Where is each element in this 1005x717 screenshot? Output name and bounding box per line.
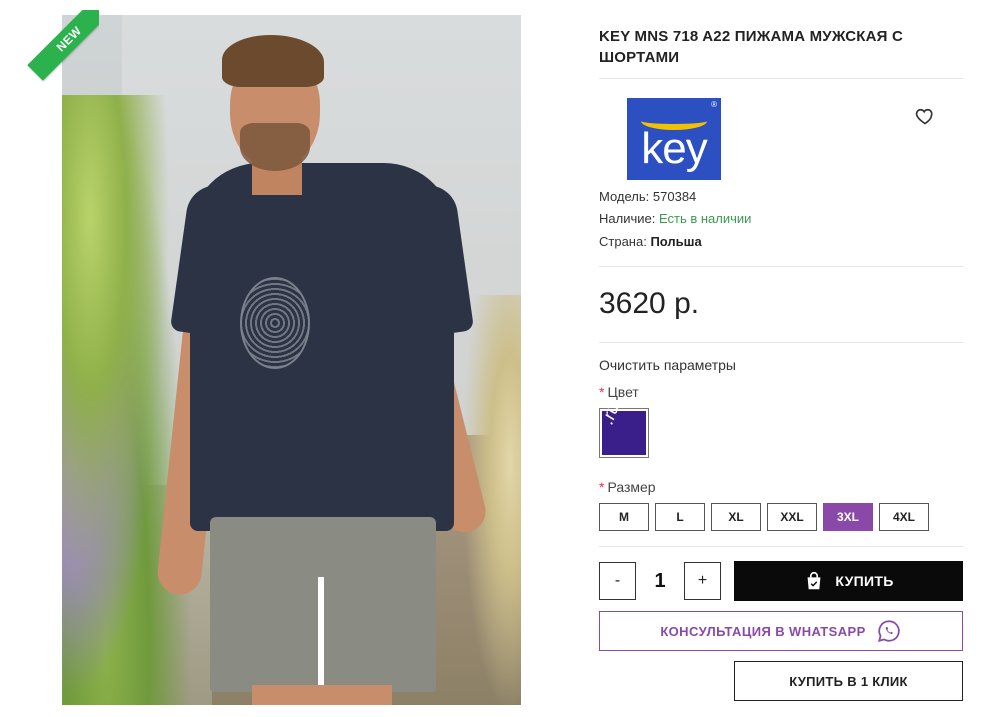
model-figure xyxy=(62,15,521,705)
product-details: KEY MNS 718 A22 ПИЖАМА МУЖСКАЯ С ШОРТАМИ… xyxy=(597,0,963,717)
model-row: Модель: 570384 xyxy=(599,189,696,204)
brand-logo-text: key xyxy=(641,124,707,173)
country-row: Страна: Польша xyxy=(599,234,702,249)
color-label: * Цвет xyxy=(599,384,639,400)
divider xyxy=(599,546,963,547)
buy-button[interactable]: КУПИТЬ xyxy=(734,561,963,601)
size-option[interactable]: 4XL xyxy=(879,503,929,531)
model-label: Модель: xyxy=(599,189,650,204)
size-option[interactable]: XXL xyxy=(767,503,817,531)
quantity-decrease-button[interactable]: - xyxy=(599,562,636,600)
size-selector: M L XL XXL 3XL 4XL xyxy=(599,503,929,531)
color-swatch[interactable]: .ru xyxy=(597,400,649,458)
divider xyxy=(599,266,963,267)
clear-options-link[interactable]: Очистить параметры xyxy=(599,357,736,373)
size-option[interactable]: XL xyxy=(711,503,761,531)
brand-logo[interactable]: key ® xyxy=(627,98,721,180)
new-badge: NEW xyxy=(27,10,99,82)
size-label: * Размер xyxy=(599,479,656,495)
divider xyxy=(599,78,963,79)
availability-row: Наличие: Есть в наличии xyxy=(599,211,751,226)
shopping-bag-icon xyxy=(808,572,821,590)
new-badge-label: NEW xyxy=(27,10,99,81)
product-image[interactable] xyxy=(62,15,521,705)
required-mark: * xyxy=(599,479,605,495)
whatsapp-consult-button[interactable]: КОНСУЛЬТАЦИЯ В WHATSAPP xyxy=(599,611,963,651)
required-mark: * xyxy=(599,384,605,400)
whatsapp-icon xyxy=(877,620,900,642)
price: 3620 р. xyxy=(599,287,700,320)
divider xyxy=(599,342,963,343)
quantity-input[interactable]: 1 xyxy=(636,562,684,600)
whatsapp-button-label: КОНСУЛЬТАЦИЯ В WHATSAPP xyxy=(660,623,866,639)
color-swatch-text: .ru xyxy=(596,400,623,427)
quantity-stepper: - 1 + xyxy=(599,562,721,600)
country-value: Польша xyxy=(650,234,702,249)
size-option-selected[interactable]: 3XL xyxy=(823,503,873,531)
quantity-increase-button[interactable]: + xyxy=(684,562,721,600)
size-option[interactable]: M xyxy=(599,503,649,531)
availability-label: Наличие: xyxy=(599,211,656,226)
one-click-buy-button[interactable]: КУПИТЬ В 1 КЛИК xyxy=(734,661,963,701)
heart-icon[interactable] xyxy=(915,106,935,126)
country-label: Страна: xyxy=(599,234,647,249)
model-value: 570384 xyxy=(652,189,697,204)
buy-button-label: КУПИТЬ xyxy=(835,573,894,589)
product-title: KEY MNS 718 A22 ПИЖАМА МУЖСКАЯ С ШОРТАМИ xyxy=(599,28,904,66)
size-option[interactable]: L xyxy=(655,503,705,531)
availability-value: Есть в наличии xyxy=(658,211,752,226)
